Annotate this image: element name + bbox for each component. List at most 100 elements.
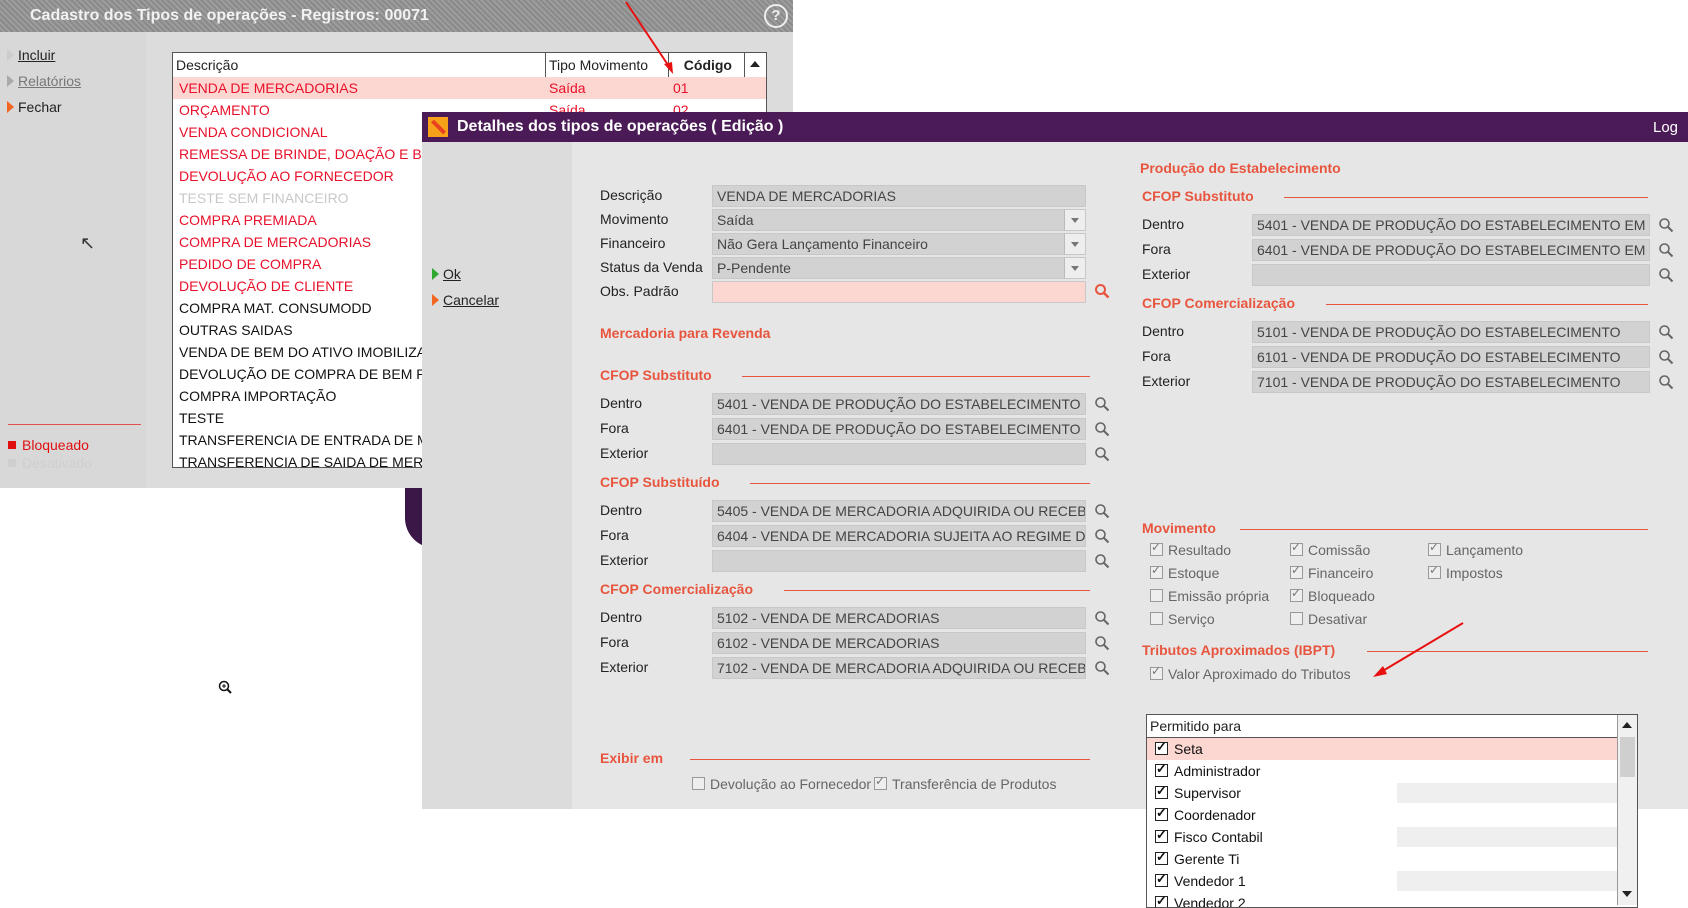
section-divider (742, 376, 1090, 377)
permitido-row[interactable]: Gerente Ti (1147, 848, 1617, 870)
movimento-checkbox[interactable]: Resultado (1150, 540, 1231, 558)
checkbox-icon (692, 777, 705, 790)
checkbox-icon (1150, 540, 1163, 556)
movimento-select[interactable]: Saída (712, 209, 1086, 231)
checkbox-icon[interactable] (1155, 761, 1168, 777)
search-icon[interactable] (1094, 660, 1110, 676)
checkbox-icon[interactable] (1155, 849, 1168, 865)
producao-estabelecimento-title: Produção do Estabelecimento (1140, 160, 1341, 176)
search-icon[interactable] (1094, 553, 1110, 569)
movimento-checkbox[interactable]: Impostos (1428, 563, 1503, 581)
search-icon[interactable] (1658, 374, 1674, 390)
cfop-field[interactable]: 6102 - VENDA DE MERCADORIAS (712, 632, 1086, 654)
permitido-row[interactable]: Coordenador (1147, 804, 1617, 826)
cfop-field[interactable]: 5405 - VENDA DE MERCADORIA ADQUIRIDA OU … (712, 500, 1086, 522)
cfop-field[interactable]: 6401 - VENDA DE PRODUÇÃO DO ESTABELECIME… (1252, 239, 1650, 261)
cfop-field[interactable]: 6401 - VENDA DE PRODUÇÃO DO ESTABELECIME… (712, 418, 1086, 440)
ok-button[interactable]: Ok (432, 266, 461, 282)
search-icon[interactable] (1094, 610, 1110, 626)
cfop-field[interactable] (712, 550, 1086, 572)
search-icon[interactable] (1094, 421, 1110, 437)
help-icon[interactable]: ? (764, 4, 788, 28)
cancel-button[interactable]: Cancelar (432, 292, 499, 308)
scroll-thumb[interactable] (1620, 737, 1635, 777)
movimento-checkbox[interactable]: Desativar (1290, 611, 1367, 627)
permitido-row[interactable]: Vendedor 1 (1147, 870, 1617, 892)
permitido-row[interactable]: Administrador (1147, 760, 1617, 782)
devolucao-fornecedor-checkbox[interactable]: Devolução ao Fornecedor (692, 776, 871, 792)
cfop-field[interactable] (1252, 264, 1650, 286)
cfop-field[interactable]: 7101 - VENDA DE PRODUÇÃO DO ESTABELECIME… (1252, 371, 1650, 393)
permitido-list[interactable]: Permitido para Seta Administrador Supervis… (1146, 714, 1638, 908)
chevron-down-icon[interactable] (1064, 234, 1085, 254)
scroll-up-button[interactable] (745, 53, 766, 77)
movimento-checkbox[interactable]: Lançamento (1428, 540, 1523, 558)
permitido-label: Supervisor (1174, 785, 1241, 801)
sidebar-item-fechar[interactable]: Fechar (7, 99, 62, 115)
cell-codigo: 01 (673, 80, 689, 96)
search-icon[interactable] (1658, 217, 1674, 233)
permitido-row[interactable]: Seta (1147, 738, 1617, 760)
checkbox-icon[interactable] (1155, 805, 1168, 821)
details-dialog: Detalhes dos tipos de operações ( Edição… (422, 112, 1688, 908)
search-icon[interactable] (1094, 446, 1110, 462)
cfop-field[interactable]: 5102 - VENDA DE MERCADORIAS (712, 607, 1086, 629)
movimento-checkbox[interactable]: Serviço (1150, 611, 1215, 627)
status-venda-select[interactable]: P-Pendente (712, 257, 1086, 279)
cfop-field[interactable]: 6101 - VENDA DE PRODUÇÃO DO ESTABELECIME… (1252, 346, 1650, 368)
chevron-down-icon[interactable] (1064, 258, 1085, 278)
chevron-down-icon[interactable] (1064, 210, 1085, 230)
cfop-field[interactable] (712, 443, 1086, 465)
permitido-row[interactable]: Supervisor (1147, 782, 1617, 804)
movimento-checkbox[interactable]: Bloqueado (1290, 586, 1375, 604)
checkbox-icon[interactable] (1155, 871, 1168, 887)
log-button[interactable]: Log (1653, 119, 1678, 136)
movimento-checkbox[interactable]: Emissão própria (1150, 588, 1269, 604)
search-icon[interactable] (1094, 283, 1110, 299)
checkbox-label: Financeiro (1308, 565, 1374, 581)
financeiro-select[interactable]: Não Gera Lançamento Financeiro (712, 233, 1086, 255)
sidebar-item-relatorios[interactable]: Relatórios (7, 73, 81, 89)
descricao-field[interactable]: VENDA DE MERCADORIAS (712, 185, 1086, 207)
transferencia-produtos-checkbox[interactable]: Transferência de Produtos (874, 774, 1056, 792)
column-header-descricao[interactable]: Descrição (173, 53, 546, 77)
scroll-down-icon[interactable] (1622, 891, 1632, 897)
checkbox-icon (1428, 540, 1441, 556)
cfop-field[interactable]: 5401 - VENDA DE PRODUÇÃO DO ESTABELECIME… (1252, 214, 1650, 236)
search-icon[interactable] (1094, 503, 1110, 519)
section-divider (750, 483, 1090, 484)
permitido-header: Permitido para (1147, 715, 1617, 738)
cfop-field[interactable]: 7102 - VENDA DE MERCADORIA ADQUIRIDA OU … (712, 657, 1086, 679)
checkbox-icon[interactable] (1155, 739, 1168, 755)
obs-padrao-field[interactable] (712, 281, 1086, 303)
permitido-label: Gerente Ti (1174, 851, 1240, 867)
sidebar-item-incluir[interactable]: Incluir (7, 47, 55, 63)
checkbox-icon[interactable] (1155, 783, 1168, 799)
cfop-field[interactable]: 5401 - VENDA DE PRODUÇÃO DO ESTABELECIME… (712, 393, 1086, 415)
table-row[interactable]: VENDA DE MERCADORIAS Saída 01 (173, 77, 766, 99)
cfop-section-title: CFOP Comercialização (1142, 295, 1296, 311)
movimento-checkbox[interactable]: Financeiro (1290, 563, 1374, 581)
permitido-scrollbar[interactable] (1617, 715, 1637, 905)
cfop-field[interactable]: 6404 - VENDA DE MERCADORIA SUJEITA AO RE… (712, 525, 1086, 547)
search-icon[interactable] (1658, 349, 1674, 365)
search-icon[interactable] (1658, 324, 1674, 340)
checkbox-icon[interactable] (1155, 827, 1168, 843)
permitido-row[interactable]: Fisco Contabil (1147, 826, 1617, 848)
cfop-field[interactable]: 5101 - VENDA DE PRODUÇÃO DO ESTABELECIME… (1252, 321, 1650, 343)
checkbox-icon (1290, 612, 1303, 625)
scroll-up-icon[interactable] (1622, 722, 1632, 728)
search-icon[interactable] (1658, 242, 1674, 258)
movimento-checkbox[interactable]: Estoque (1150, 563, 1219, 581)
cell-descricao: DEVOLUÇÃO DE COMPRA DE BEM PA (179, 366, 434, 382)
column-header-codigo[interactable]: Código (669, 53, 745, 77)
search-icon[interactable] (1094, 635, 1110, 651)
permitido-row[interactable]: Vendedor 2 (1147, 892, 1617, 907)
search-icon[interactable] (1658, 267, 1674, 283)
checkbox-icon[interactable] (1155, 893, 1168, 907)
search-icon[interactable] (1094, 528, 1110, 544)
valor-aproximado-checkbox[interactable]: Valor Aproximado do Tributos (1150, 664, 1351, 682)
cell-descricao: REMESSA DE BRINDE, DOAÇÃO E BONI (179, 146, 447, 162)
search-icon[interactable] (1094, 396, 1110, 412)
movimento-checkbox[interactable]: Comissão (1290, 540, 1370, 558)
